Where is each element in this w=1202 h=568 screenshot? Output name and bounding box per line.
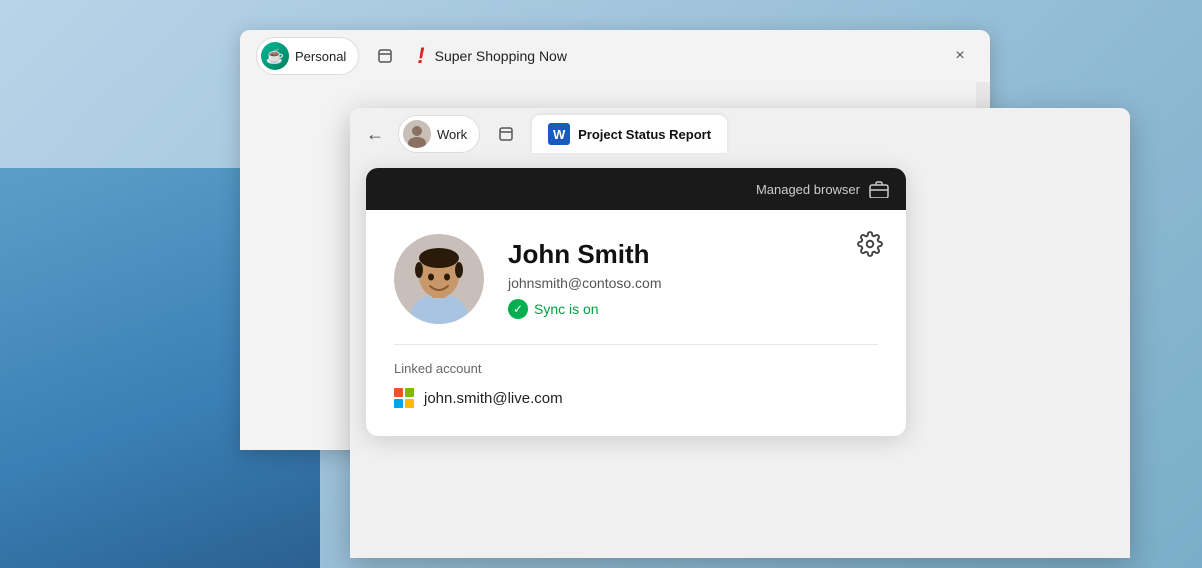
user-details: John Smith johnsmith@contoso.com ✓ Sync … [508, 239, 662, 318]
avatar [394, 234, 484, 324]
back-arrow-button[interactable]: ← [366, 124, 384, 145]
active-tab-work[interactable]: W Project Status Report [532, 115, 727, 153]
personal-profile-label: Personal [295, 49, 346, 64]
managed-browser-label: Managed browser [756, 178, 890, 200]
ms-logo-red [394, 388, 403, 397]
settings-gear-button[interactable] [854, 228, 886, 260]
titlebar-personal: ☕ Personal ! Super Shopping Now × [240, 30, 990, 82]
alert-icon: ! [417, 43, 424, 69]
profile-pill-work[interactable]: Work [398, 115, 480, 153]
profile-pill-personal[interactable]: ☕ Personal [256, 37, 359, 75]
briefcase-icon [868, 178, 890, 200]
sync-status: ✓ Sync is on [508, 299, 662, 319]
user-name: John Smith [508, 239, 662, 270]
linked-account-row: john.smith@live.com [394, 388, 878, 408]
work-profile-label: Work [437, 127, 467, 142]
profile-card: Managed browser [366, 168, 906, 436]
personal-profile-icon: ☕ [261, 42, 289, 70]
user-info-row: John Smith johnsmith@contoso.com ✓ Sync … [394, 234, 878, 324]
work-profile-icon [403, 120, 431, 148]
sync-status-text: Sync is on [534, 301, 599, 317]
sync-check-icon: ✓ [508, 299, 528, 319]
word-app-icon: W [548, 123, 570, 145]
user-email: johnsmith@contoso.com [508, 275, 662, 291]
linked-account-email: john.smith@live.com [424, 390, 563, 407]
profile-card-body: John Smith johnsmith@contoso.com ✓ Sync … [366, 210, 906, 436]
ms-logo-blue [394, 399, 403, 408]
profile-card-header: Managed browser [366, 168, 906, 210]
tab-switcher-icon-work[interactable] [490, 118, 522, 150]
ms-logo-yellow [405, 399, 414, 408]
browser-window-work: ← Work W Project [350, 108, 1130, 558]
tab-title-work: Project Status Report [578, 127, 711, 142]
divider [394, 344, 878, 345]
tab-switcher-icon-personal[interactable] [369, 40, 401, 72]
microsoft-logo [394, 388, 414, 408]
ms-logo-green [405, 388, 414, 397]
titlebar-work: ← Work W Project [350, 108, 1130, 160]
linked-account-label: Linked account [394, 361, 878, 376]
close-button-personal[interactable]: × [946, 42, 974, 70]
tab-title-personal: Super Shopping Now [435, 48, 936, 64]
